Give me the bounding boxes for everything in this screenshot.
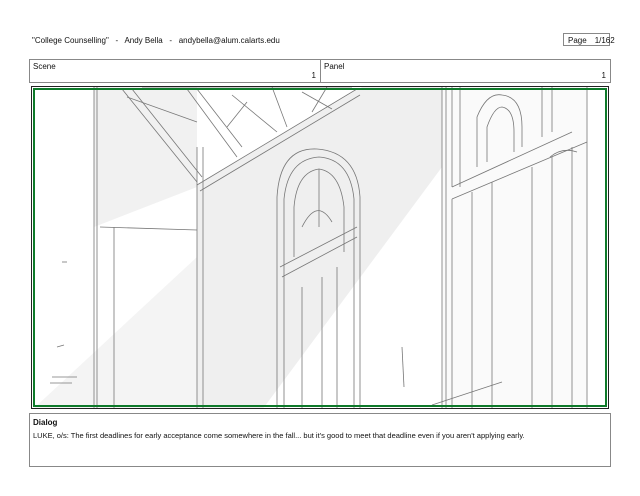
author-email: andybella@alum.calarts.edu <box>178 36 280 45</box>
project-title: "College Counselling" <box>32 36 109 45</box>
storyboard-header: "College Counselling" - Andy Bella - and… <box>32 36 280 45</box>
panel-label: Panel <box>324 62 345 71</box>
scene-label: Scene <box>33 62 56 71</box>
dialog-label: Dialog <box>33 418 58 427</box>
dialog-text: LUKE, o/s: The first deadlines for early… <box>33 431 525 440</box>
panel-cell: Panel 1 <box>321 60 610 82</box>
dialog-box: Dialog LUKE, o/s: The first deadlines fo… <box>29 413 611 467</box>
frame-border <box>33 88 607 407</box>
page-label: Page <box>568 36 587 45</box>
panel-number: 1 <box>601 71 606 80</box>
author-name: Andy Bella <box>124 36 163 45</box>
storyboard-frame <box>31 86 609 409</box>
scene-cell: Scene 1 <box>30 60 321 82</box>
page-number: 1/162 <box>594 36 615 45</box>
scene-panel-row: Scene 1 Panel 1 <box>29 59 611 83</box>
page-indicator: Page 1/162 <box>563 33 615 46</box>
scene-number: 1 <box>311 71 316 80</box>
